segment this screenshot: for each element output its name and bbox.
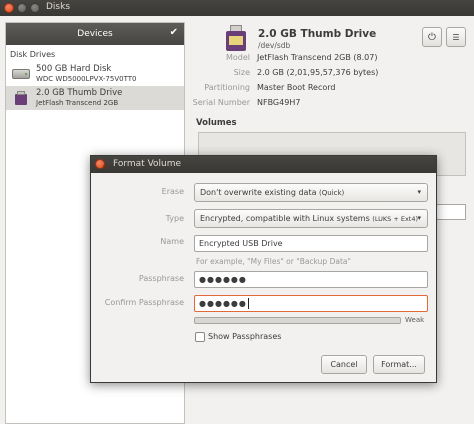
confirm-passphrase-input[interactable]: ●●●●●●: [194, 295, 428, 312]
power-off-button[interactable]: ⏻: [422, 27, 442, 47]
window-title: Disks: [46, 2, 71, 12]
format-button[interactable]: Format...: [373, 355, 425, 374]
partitioning-value: Master Boot Record: [257, 83, 336, 92]
type-label: Type: [165, 214, 184, 223]
volumes-label: Volumes: [196, 118, 237, 128]
select-check-icon[interactable]: ✔: [170, 27, 178, 38]
power-icon: ⏻: [428, 31, 436, 43]
confirm-passphrase-value: ●●●●●●: [199, 299, 247, 308]
passphrase-strength-bar: [194, 317, 401, 324]
chevron-down-icon: ▾: [417, 214, 421, 222]
type-suffix: (LUKS + Ext4): [372, 214, 419, 223]
erase-label: Erase: [161, 187, 184, 196]
show-passphrases-checkbox[interactable]: [195, 332, 205, 342]
menu-icon: ☰: [452, 32, 460, 42]
device-item-thumb-drive[interactable]: 2.0 GB Thumb Drive JetFlash Transcend 2G…: [6, 86, 184, 110]
text-cursor: [247, 298, 249, 309]
dialog-titlebar: × Format Volume: [91, 156, 436, 173]
window-titlebar: Disks: [0, 0, 474, 16]
device-detail: WDC WD5000LPVX-75V0TT0: [36, 75, 137, 83]
name-label: Name: [160, 237, 184, 246]
partitioning-key: Partitioning: [204, 83, 250, 92]
dialog-title: Format Volume: [113, 159, 182, 169]
type-value: Encrypted, compatible with Linux systems: [200, 214, 370, 223]
serial-number-key: Serial Number: [192, 98, 250, 107]
passphrase-value: ●●●●●●: [199, 275, 247, 284]
name-hint: For example, "My Files" or "Backup Data": [196, 257, 351, 266]
chevron-down-icon: ▾: [417, 188, 421, 196]
cancel-button[interactable]: Cancel: [321, 355, 367, 374]
serial-number-value: NFBG49H7: [257, 98, 301, 107]
type-combo[interactable]: Encrypted, compatible with Linux systems…: [194, 209, 428, 228]
drive-title: 2.0 GB Thumb Drive: [258, 28, 377, 40]
window-close-button[interactable]: [4, 3, 14, 13]
size-value: 2.0 GB (2,01,95,57,376 bytes): [257, 68, 379, 77]
erase-value: Don't overwrite existing data: [200, 188, 317, 197]
devices-header-label: Devices: [77, 29, 113, 39]
hard-disk-icon: [12, 69, 30, 79]
dialog-close-button[interactable]: ×: [95, 159, 108, 171]
device-name: 2.0 GB Thumb Drive: [36, 88, 123, 98]
device-name: 500 GB Hard Disk: [36, 64, 112, 74]
format-volume-dialog: × Format Volume Erase Don't overwrite ex…: [90, 155, 437, 383]
device-item-hard-disk[interactable]: 500 GB Hard Disk WDC WD5000LPVX-75V0TT0: [6, 62, 184, 86]
window-maximize-button[interactable]: [30, 3, 40, 13]
usb-drive-icon: [15, 91, 27, 105]
close-icon: ×: [102, 163, 108, 171]
erase-suffix: (Quick): [319, 188, 345, 197]
passphrase-label: Passphrase: [138, 274, 184, 283]
disk-drives-section-label: Disk Drives: [10, 50, 56, 59]
confirm-passphrase-label: Confirm Passphrase: [104, 298, 184, 307]
show-passphrases-label[interactable]: Show Passphrases: [208, 332, 281, 341]
name-value: Encrypted USB Drive: [199, 239, 283, 248]
window-minimize-button[interactable]: [17, 3, 27, 13]
size-key: Size: [233, 68, 250, 77]
usb-drive-icon: [226, 25, 246, 51]
model-value: JetFlash Transcend 2GB (8.07): [257, 53, 378, 62]
passphrase-input[interactable]: ●●●●●●: [194, 271, 428, 288]
drive-device-path: /dev/sdb: [258, 41, 291, 50]
erase-combo[interactable]: Don't overwrite existing data (Quick) ▾: [194, 183, 428, 202]
passphrase-strength-label: Weak: [405, 316, 425, 324]
drive-menu-button[interactable]: ☰: [446, 27, 466, 47]
devices-header: Devices ✔: [6, 23, 184, 45]
name-input[interactable]: Encrypted USB Drive: [194, 235, 428, 252]
model-key: Model: [225, 53, 250, 62]
device-detail: JetFlash Transcend 2GB: [36, 99, 119, 107]
